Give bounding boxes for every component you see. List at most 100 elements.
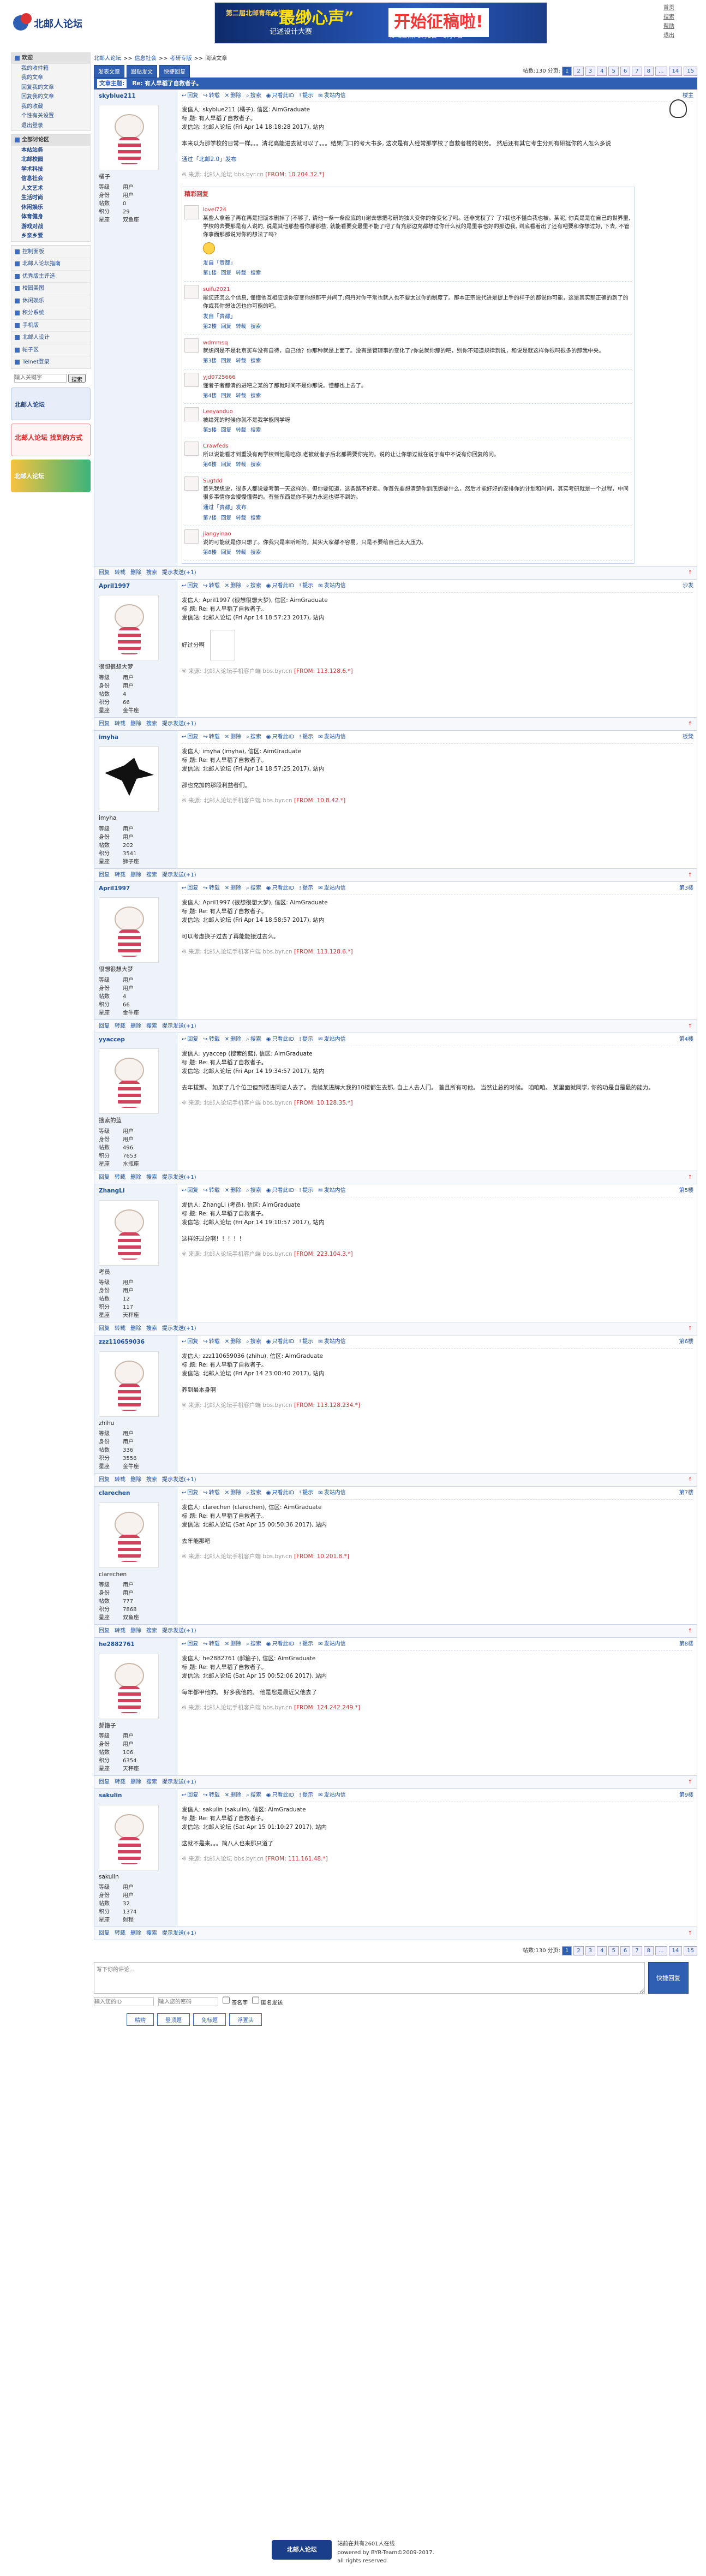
board-menu-item[interactable]: 信息社会 xyxy=(11,174,90,184)
footer-action[interactable]: 搜索 xyxy=(146,1173,157,1182)
action-message[interactable]: ✉ 发站内信 xyxy=(318,92,345,100)
sig-checkbox[interactable] xyxy=(223,1996,230,2005)
avatar[interactable] xyxy=(99,897,159,963)
hot-reply-avatar[interactable] xyxy=(184,529,199,544)
section-link[interactable]: 校园美图 xyxy=(11,282,90,295)
action-message[interactable]: ✉ 发站内信 xyxy=(318,582,345,591)
action-alert[interactable]: ! 提示 xyxy=(299,1035,313,1044)
back-to-top[interactable]: ↑ xyxy=(688,1022,692,1031)
section-link[interactable]: 控制面板 xyxy=(11,245,90,258)
footer-action[interactable]: 搜索 xyxy=(146,1325,157,1333)
action-search[interactable]: ⌕ 搜索 xyxy=(246,1791,261,1800)
footer-action[interactable]: 回复 xyxy=(99,1778,110,1787)
action-message[interactable]: ✉ 发站内信 xyxy=(318,1186,345,1195)
hot-reply-signature[interactable]: 发自「贵都」 xyxy=(203,313,632,321)
page-link[interactable]: 15 xyxy=(684,66,697,76)
action-alert[interactable]: ! 提示 xyxy=(299,1640,313,1649)
action-delete[interactable]: ✕ 删除 xyxy=(225,92,241,100)
action-repost[interactable]: ↪ 转载 xyxy=(203,1035,219,1044)
action-search[interactable]: ⌕ 搜索 xyxy=(246,582,261,591)
action-repost[interactable]: ↪ 转载 xyxy=(203,1186,219,1195)
footer-action[interactable]: 删除 xyxy=(130,1022,141,1031)
action-reply[interactable]: ↩ 回复 xyxy=(182,1489,198,1498)
footer-action[interactable]: 搜索 xyxy=(146,720,157,729)
action-repost[interactable]: ↪ 转载 xyxy=(203,1791,219,1800)
action-delete[interactable]: ✕ 删除 xyxy=(225,582,241,591)
hot-reply-action[interactable]: 回复 xyxy=(221,461,231,469)
footer-action[interactable]: 回复 xyxy=(99,871,110,880)
action-message[interactable]: ✉ 发站内信 xyxy=(318,1489,345,1498)
footer-action[interactable]: 删除 xyxy=(130,1325,141,1333)
breadcrumb-section[interactable]: 信息社会 xyxy=(135,55,157,63)
hot-reply-action[interactable]: 搜索 xyxy=(250,515,261,523)
footer-action[interactable]: 转载 xyxy=(115,1022,125,1031)
board-menu-item[interactable]: 人文艺术 xyxy=(11,184,90,194)
footer-action[interactable]: 搜索 xyxy=(146,871,157,880)
hot-reply-user[interactable]: suifu2021 xyxy=(203,287,230,293)
hot-reply-user[interactable]: jiangyinao xyxy=(203,531,231,537)
page-link[interactable]: 8 xyxy=(643,66,654,76)
floor-label[interactable]: 第9楼 xyxy=(679,1791,693,1800)
footer-action[interactable]: 提示发送(+1) xyxy=(162,569,196,577)
footer-action[interactable]: 搜索 xyxy=(146,569,157,577)
action-reply[interactable]: ↩ 回复 xyxy=(182,582,198,591)
action-reply[interactable]: ↩ 回复 xyxy=(182,1186,198,1195)
hot-reply-avatar[interactable] xyxy=(184,205,199,220)
hot-reply-avatar[interactable] xyxy=(184,407,199,422)
hot-reply-user[interactable]: wdmmsq xyxy=(203,340,228,346)
action-delete[interactable]: ✕ 删除 xyxy=(225,1640,241,1649)
action-filter[interactable]: ◉ 只看此ID xyxy=(266,1035,294,1044)
hot-reply-action[interactable]: 转载 xyxy=(236,392,246,401)
anon-checkbox[interactable] xyxy=(252,1996,260,2005)
hot-reply-action[interactable]: 搜索 xyxy=(250,549,261,557)
sidebar-search-button[interactable]: 搜索 xyxy=(68,373,86,383)
section-link[interactable]: 北邮人设计 xyxy=(11,331,90,344)
action-message[interactable]: ✉ 发站内信 xyxy=(318,733,345,742)
action-filter[interactable]: ◉ 只看此ID xyxy=(266,92,294,100)
action-delete[interactable]: ✕ 删除 xyxy=(225,733,241,742)
action-alert[interactable]: ! 提示 xyxy=(299,92,313,100)
bottom-btn-3[interactable]: 免标题 xyxy=(193,2013,226,2026)
hot-reply-action[interactable]: 转载 xyxy=(236,427,246,435)
footer-action[interactable]: 删除 xyxy=(130,1929,141,1938)
avatar[interactable] xyxy=(99,1502,159,1568)
page-link[interactable]: 7 xyxy=(632,66,642,76)
footer-action[interactable]: 提示发送(+1) xyxy=(162,1173,196,1182)
action-reply[interactable]: ↩ 回复 xyxy=(182,1640,198,1649)
sidebar-ad-1[interactable]: 北邮人论坛 xyxy=(11,387,91,420)
footer-action[interactable]: 搜索 xyxy=(146,1929,157,1938)
hot-reply-action[interactable]: 回复 xyxy=(221,515,231,523)
contest-banner[interactable]: 第二届北邮青年大学生 “最缈心声” 记述设计大赛 开始征稿啦! 征稿日期: 3月… xyxy=(214,2,547,44)
author-username[interactable]: he2882761 xyxy=(99,1640,172,1649)
action-alert[interactable]: ! 提示 xyxy=(299,582,313,591)
footer-action[interactable]: 提示发送(+1) xyxy=(162,1476,196,1484)
floor-label[interactable]: 第4楼 xyxy=(679,1035,693,1044)
hot-reply-action[interactable]: 搜索 xyxy=(250,427,261,435)
footer-action[interactable]: 搜索 xyxy=(146,1627,157,1636)
page-link[interactable]: 14 xyxy=(668,66,683,76)
page-link[interactable]: 6 xyxy=(620,66,631,76)
reply-submit-button[interactable]: 快捷回复 xyxy=(648,1962,689,1994)
section-link[interactable]: 手机版 xyxy=(11,319,90,332)
site-logo[interactable]: 北邮人论坛 xyxy=(11,7,83,39)
footer-action[interactable]: 搜索 xyxy=(146,1022,157,1031)
avatar[interactable] xyxy=(99,746,159,812)
action-filter[interactable]: ◉ 只看此ID xyxy=(266,582,294,591)
page-link[interactable]: 1 xyxy=(561,1946,572,1956)
footer-action[interactable]: 提示发送(+1) xyxy=(162,1627,196,1636)
footer-action[interactable]: 转载 xyxy=(115,1173,125,1182)
action-repost[interactable]: ↪ 转载 xyxy=(203,884,219,893)
footer-action[interactable]: 转载 xyxy=(115,1929,125,1938)
user-menu-item[interactable]: 退出登录 xyxy=(11,121,90,131)
page-link[interactable]: 6 xyxy=(620,1946,631,1956)
section-link[interactable]: 优秀版主评选 xyxy=(11,270,90,283)
image-thumbnail[interactable] xyxy=(210,629,235,660)
hot-reply-action[interactable]: 回复 xyxy=(221,323,231,331)
sidebar-ad-2[interactable]: 北邮人论坛 找到的方式 xyxy=(11,423,91,456)
footer-action[interactable]: 提示发送(+1) xyxy=(162,1022,196,1031)
hot-reply-action[interactable]: 搜索 xyxy=(250,392,261,401)
footer-action[interactable]: 删除 xyxy=(130,1627,141,1636)
post-signature[interactable]: 通过「北邮2.0」发布 xyxy=(182,155,692,164)
hot-reply-action[interactable]: 搜索 xyxy=(250,270,261,278)
action-filter[interactable]: ◉ 只看此ID xyxy=(266,1338,294,1346)
